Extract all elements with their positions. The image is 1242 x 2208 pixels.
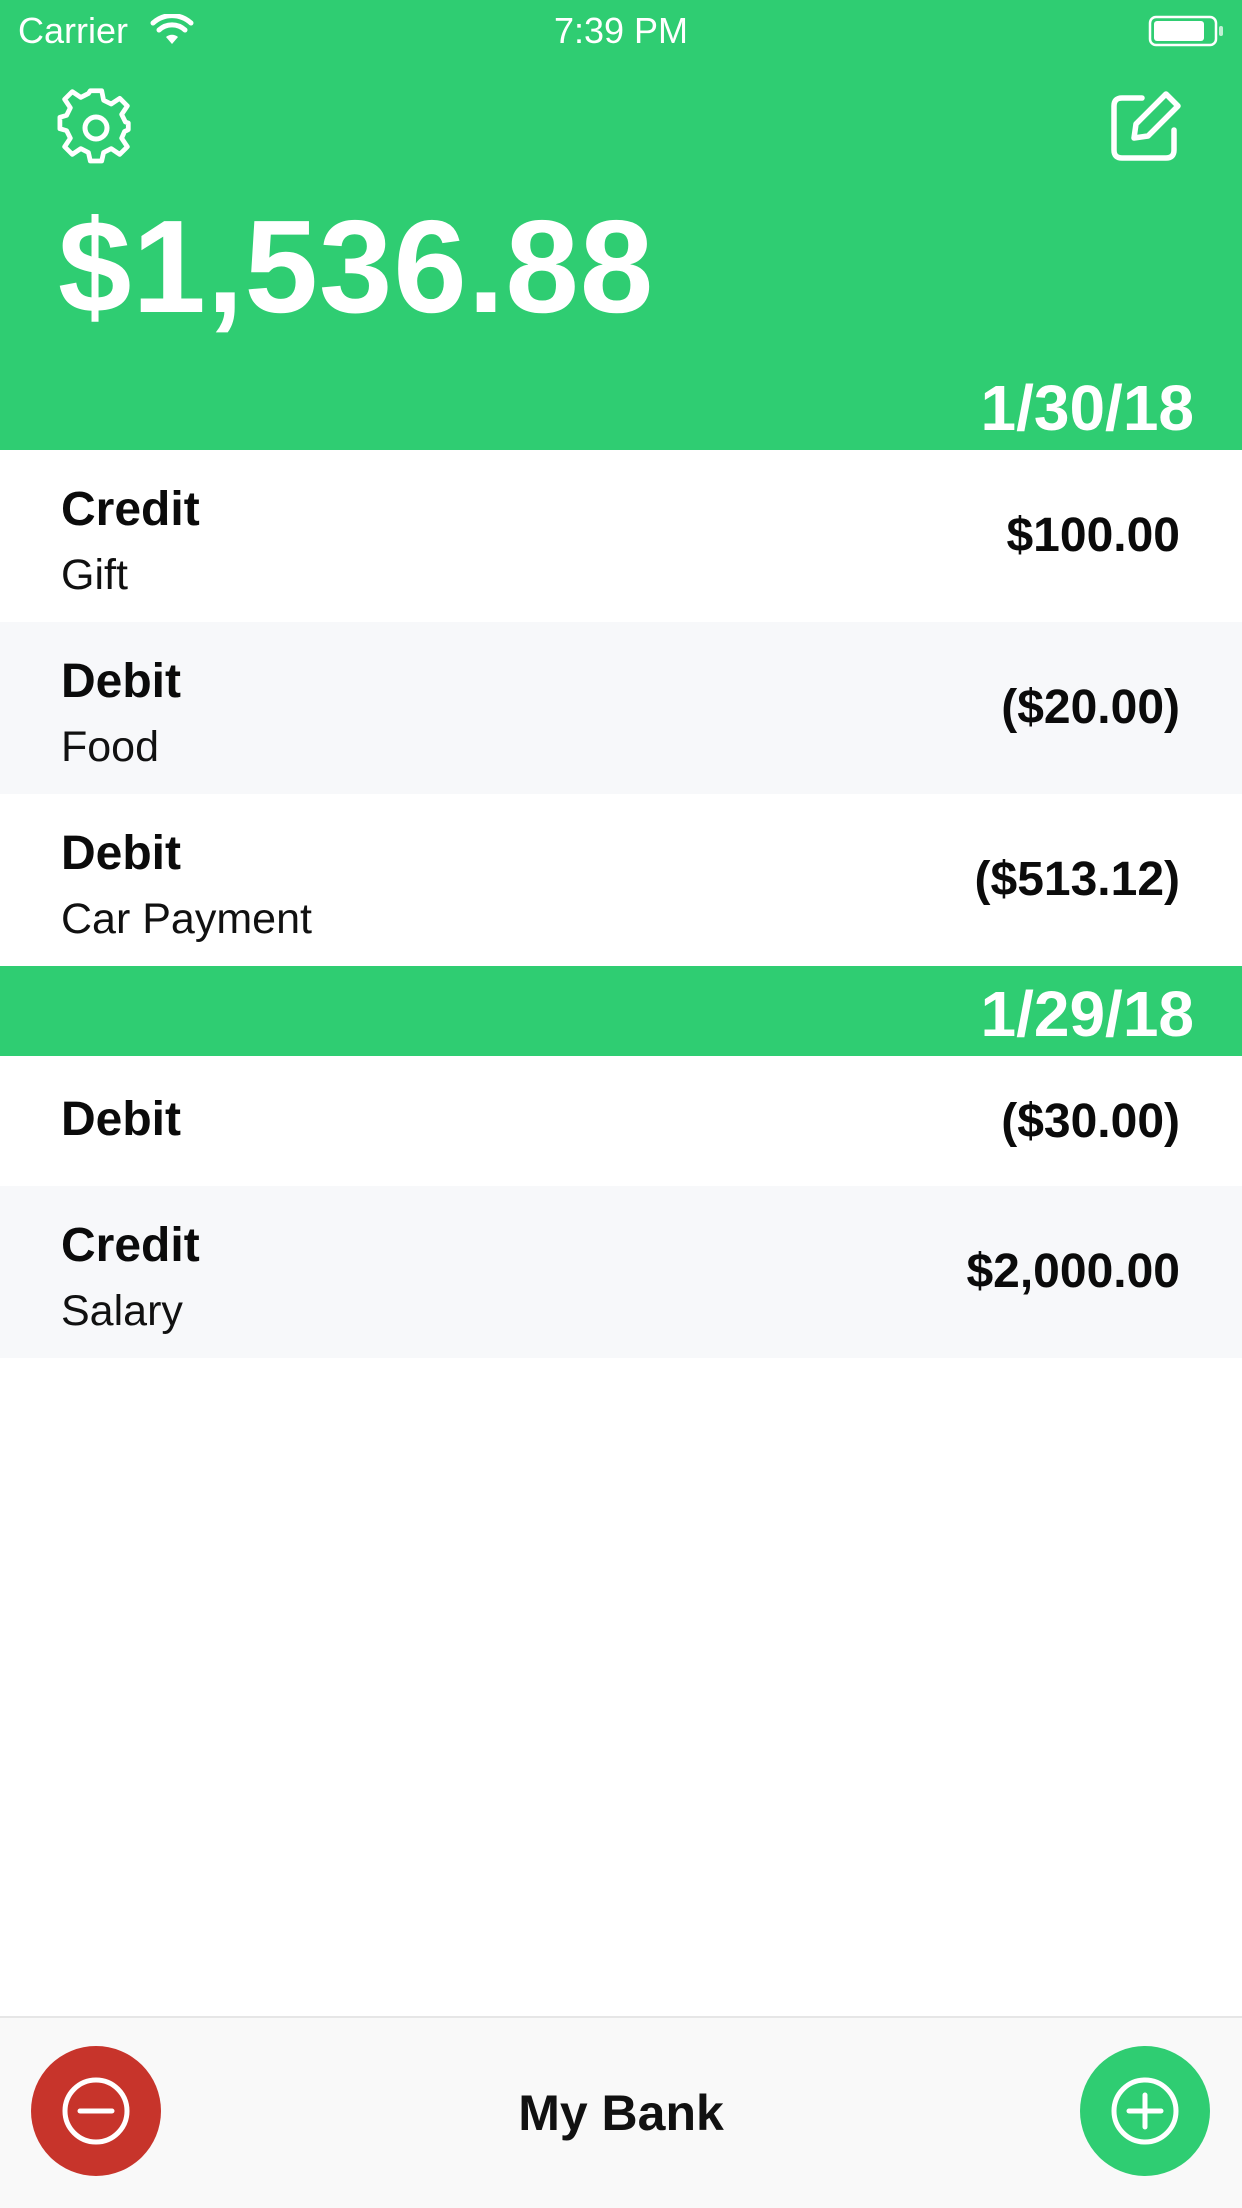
battery-icon [1148, 15, 1223, 47]
transaction-row[interactable]: Debit Food ($20.00) [0, 622, 1242, 794]
transaction-type: Debit [61, 1093, 181, 1146]
plus-circle-icon [1111, 2077, 1179, 2145]
deposit-button[interactable] [1080, 2046, 1210, 2176]
transaction-row[interactable]: Debit ($30.00) [0, 1056, 1242, 1186]
transaction-type: Credit [61, 483, 200, 536]
bank-title: My Bank [518, 2085, 724, 2141]
transaction-description: Food [61, 723, 160, 771]
date-header: 1/29/18 [0, 966, 1242, 1056]
app-screen: Carrier 7:39 PM $1,536.88 1/30/18 Credit… [0, 0, 1242, 2208]
transaction-row[interactable]: Credit Salary $2,000.00 [0, 1186, 1242, 1358]
transaction-description: Salary [61, 1287, 183, 1335]
transaction-type: Credit [61, 1219, 200, 1272]
transaction-row[interactable]: Credit Gift $100.00 [0, 450, 1242, 622]
account-balance: $1,536.88 [58, 193, 655, 340]
transaction-row[interactable]: Debit Car Payment ($513.12) [0, 794, 1242, 966]
transaction-amount: ($20.00) [1001, 681, 1180, 734]
bottom-toolbar: My Bank [0, 2016, 1242, 2208]
date-label: 1/29/18 [980, 978, 1194, 1050]
transaction-amount: ($513.12) [974, 853, 1180, 906]
date-label: 1/30/18 [980, 372, 1194, 444]
transaction-type: Debit [61, 655, 181, 708]
transaction-description: Gift [61, 551, 128, 599]
transaction-amount: ($30.00) [1001, 1095, 1180, 1148]
transaction-amount: $100.00 [1006, 509, 1180, 562]
gear-icon[interactable] [56, 88, 136, 168]
edit-icon[interactable] [1108, 88, 1184, 164]
clock-time: 7:39 PM [553, 10, 689, 51]
date-header: 1/30/18 [0, 360, 1242, 450]
transaction-description: Car Payment [61, 895, 312, 943]
transaction-amount: $2,000.00 [966, 1245, 1180, 1298]
transaction-type: Debit [61, 827, 181, 880]
